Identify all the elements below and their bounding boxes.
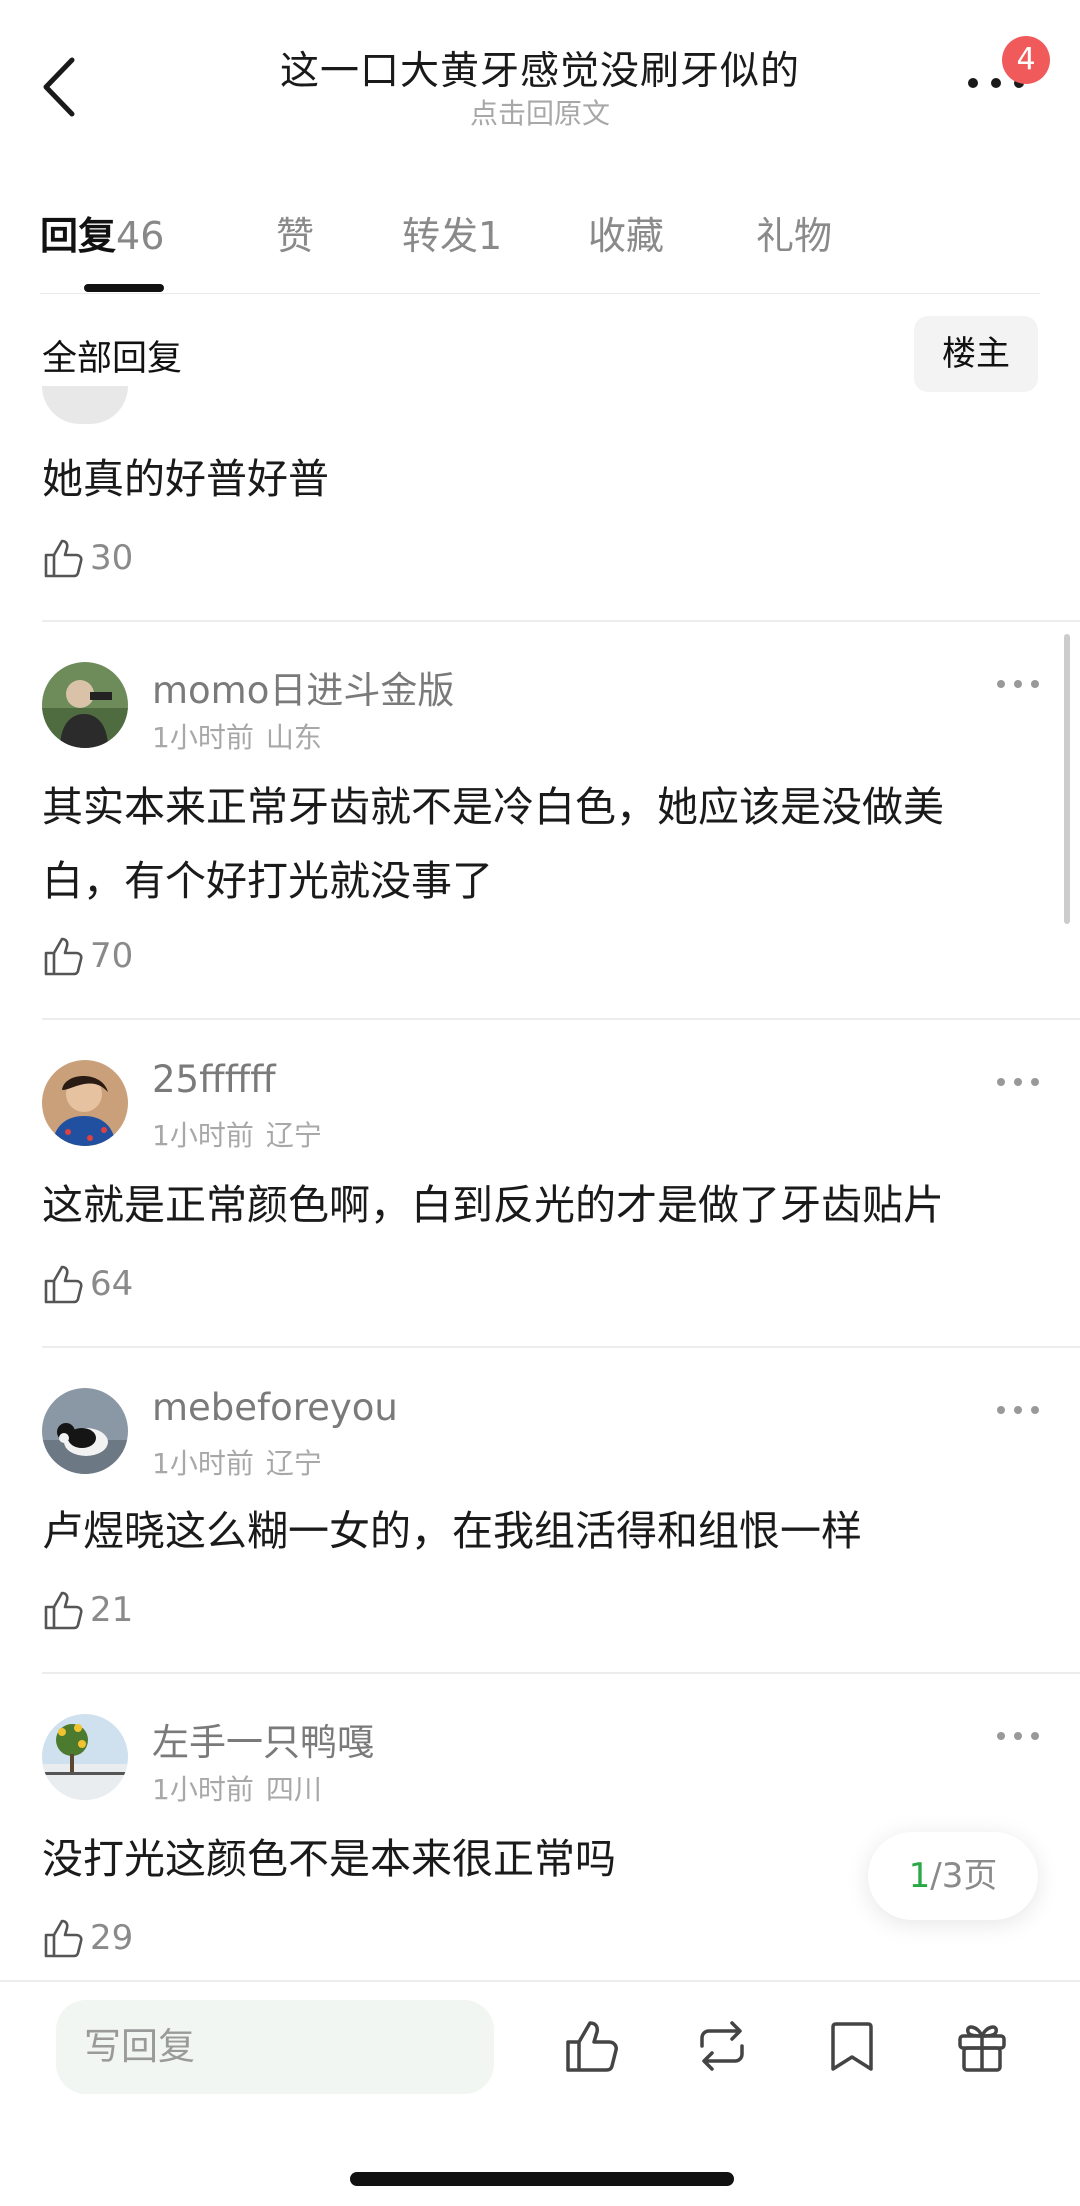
comment-more-icon[interactable]: [994, 1402, 1042, 1418]
tab-favorites-label: 收藏: [588, 214, 665, 258]
comment-text: 卢煜晓这么糊一女的，在我组活得和组恨一样: [42, 1507, 862, 1555]
comment-location: 辽宁: [265, 1119, 322, 1152]
comment-divider: [42, 1346, 1080, 1348]
all-replies-label: 全部回复: [42, 339, 183, 379]
comment-location: 辽宁: [265, 1447, 322, 1480]
tab-reposts-count: 1: [478, 214, 503, 258]
like-count: 64: [90, 1264, 134, 1304]
comment-time: 1小时前: [152, 1119, 254, 1152]
comment-text: 其实本来正常牙齿就不是冷白色，她应该是没做美白，有个好打光就没事了: [42, 783, 944, 905]
comment-meta: 1小时前 辽宁: [152, 1442, 322, 1482]
comment-time: 1小时前: [152, 721, 254, 754]
bottom-bar-divider: [0, 1980, 1080, 1982]
comment-location: 四川: [265, 1773, 322, 1806]
comment-more-icon[interactable]: [994, 676, 1042, 692]
comment-text: 这就是正常颜色啊，白到反光的才是做了牙齿贴片: [42, 1181, 944, 1229]
tab-likes[interactable]: 赞: [276, 205, 314, 260]
comment-more-icon[interactable]: [994, 1074, 1042, 1090]
tab-gifts-label: 礼物: [756, 214, 833, 258]
avatar[interactable]: [42, 1060, 128, 1146]
tab-replies-label: 回复: [40, 214, 117, 258]
like-count: 29: [90, 1918, 134, 1958]
like-count: 30: [90, 538, 134, 578]
total-pages: /3页: [930, 1856, 998, 1896]
avatar[interactable]: [42, 662, 128, 748]
scrollbar[interactable]: [1064, 634, 1070, 924]
tab-replies-count: 46: [116, 214, 165, 258]
comment-text: 她真的好普好普: [42, 455, 329, 503]
like-icon[interactable]: [562, 2016, 622, 2076]
avatar[interactable]: [42, 1714, 128, 1800]
tabs-divider: [40, 293, 1040, 294]
tab-gifts[interactable]: 礼物: [756, 205, 832, 260]
thumbs-up-icon: [44, 1919, 83, 1958]
tab-reposts[interactable]: 转发1: [402, 205, 502, 260]
thumbs-up-icon: [44, 1591, 83, 1630]
back-icon[interactable]: [38, 54, 84, 120]
avatar[interactable]: [42, 1388, 128, 1474]
comment-time: 1小时前: [152, 1447, 254, 1480]
thumbs-up-icon: [44, 539, 83, 578]
avatar[interactable]: [42, 386, 128, 424]
tab-replies[interactable]: 回复46: [40, 205, 164, 260]
repost-icon[interactable]: [692, 2016, 752, 2076]
comment-time: 1小时前: [152, 1773, 254, 1806]
page-title: 这一口大黄牙感觉没刷牙似的: [279, 49, 800, 94]
username[interactable]: momo日进斗金版: [152, 660, 454, 714]
thumbs-up-icon: [44, 937, 83, 976]
comment-meta: 1小时前 四川: [152, 1768, 322, 1808]
notification-badge: 4: [1002, 36, 1050, 84]
gift-icon[interactable]: [952, 2016, 1012, 2076]
tab-favorites[interactable]: 收藏: [588, 205, 664, 260]
thumbs-up-icon: [44, 1265, 83, 1304]
tab-likes-label: 赞: [276, 214, 315, 258]
home-indicator: [350, 2172, 734, 2186]
username[interactable]: 左手一只鸭嘎: [152, 1712, 374, 1766]
bookmark-icon[interactable]: [822, 2016, 882, 2076]
reply-input[interactable]: 写回复: [56, 2000, 494, 2094]
page-indicator-button[interactable]: 1/3页: [868, 1832, 1038, 1920]
comment-more-icon[interactable]: [994, 1728, 1042, 1744]
comment-divider: [42, 620, 1080, 622]
like-count: 70: [90, 936, 134, 976]
current-page: 1: [908, 1856, 931, 1896]
view-original-link[interactable]: 点击回原文: [180, 92, 900, 132]
owner-filter-button[interactable]: 楼主: [914, 316, 1038, 392]
comment-meta-clipped: [150, 394, 330, 422]
username[interactable]: mebeforeyou: [152, 1386, 398, 1429]
tab-reposts-label: 转发: [402, 214, 479, 258]
username[interactable]: 25ffffff: [152, 1058, 276, 1101]
comment-location: 山东: [265, 721, 322, 754]
active-tab-indicator: [84, 284, 164, 292]
comment-meta: 1小时前 山东: [152, 716, 322, 756]
like-count: 21: [90, 1590, 134, 1630]
comment-divider: [42, 1672, 1080, 1674]
comment-meta: 1小时前 辽宁: [152, 1114, 322, 1154]
comment-divider: [42, 1018, 1080, 1020]
